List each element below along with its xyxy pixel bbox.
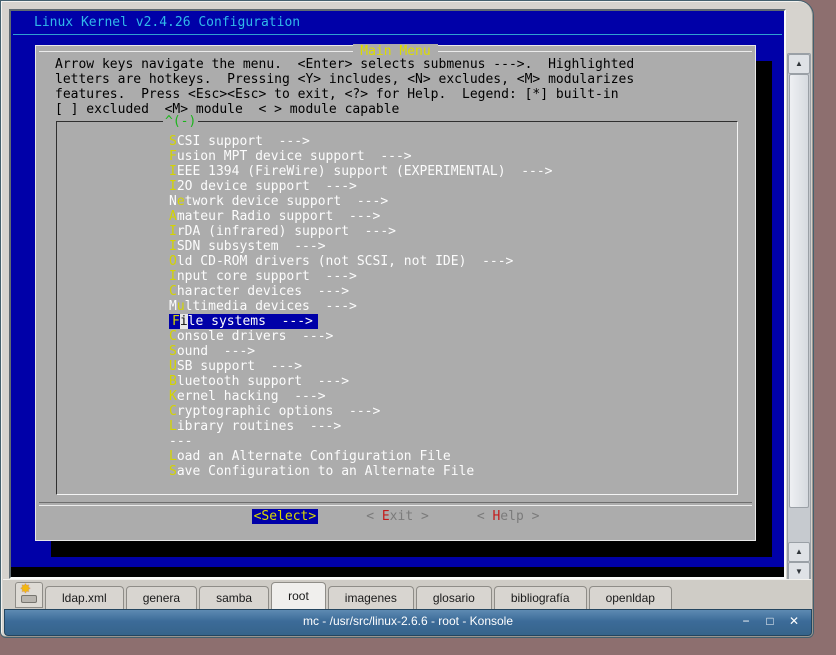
- scrollbar-up-icon[interactable]: ▲: [788, 542, 810, 562]
- terminal-view[interactable]: Linux Kernel v2.4.26 Configuration Main …: [9, 9, 786, 579]
- menu-item[interactable]: IEEE 1394 (FireWire) support (EXPERIMENT…: [169, 164, 733, 179]
- menu-item[interactable]: Kernel hacking --->: [169, 389, 733, 404]
- scroll-up-indicator: ^(-): [163, 114, 198, 129]
- tab-genera[interactable]: genera: [126, 586, 197, 609]
- close-icon[interactable]: ✕: [787, 614, 801, 628]
- button-divider: [39, 502, 752, 506]
- window-controls: − □ ✕: [739, 614, 801, 628]
- konsole-window: Linux Kernel v2.4.26 Configuration Main …: [0, 0, 814, 638]
- menu-item[interactable]: USB support --->: [169, 359, 733, 374]
- menu-item[interactable]: File systems --->: [169, 314, 733, 329]
- tab-glosario[interactable]: glosario: [416, 586, 492, 609]
- title-underline: [13, 34, 782, 35]
- session-tab-bar: ✸ ldap.xmlgenerasambarootimagenesglosari…: [3, 579, 811, 609]
- menu-item[interactable]: Save Configuration to an Alternate File: [169, 464, 733, 479]
- menu-item[interactable]: Library routines --->: [169, 419, 733, 434]
- instructions-line: Arrow keys navigate the menu. <Enter> se…: [55, 57, 634, 72]
- menu-item[interactable]: Character devices --->: [169, 284, 733, 299]
- menu-item[interactable]: Input core support --->: [169, 269, 733, 284]
- tab-root[interactable]: root: [271, 582, 326, 609]
- help-button[interactable]: < Help >: [477, 509, 540, 524]
- tab-openldap[interactable]: openldap: [589, 586, 672, 609]
- menu-item[interactable]: ---: [169, 434, 733, 449]
- menuconfig-title: Linux Kernel v2.4.26 Configuration: [34, 15, 300, 30]
- scrollbar-up-icon[interactable]: ▲: [788, 54, 810, 74]
- menu-item[interactable]: Multimedia devices --->: [169, 299, 733, 314]
- menu-item[interactable]: Console drivers --->: [169, 329, 733, 344]
- menu-item[interactable]: Network device support --->: [169, 194, 733, 209]
- menu-item[interactable]: Cryptographic options --->: [169, 404, 733, 419]
- window-title: mc - /usr/src/linux-2.6.6 - root - Konso…: [5, 614, 811, 628]
- maximize-icon[interactable]: □: [763, 614, 777, 628]
- menu-item[interactable]: IrDA (infrared) support --->: [169, 224, 733, 239]
- menu-rows: SCSI support --->Fusion MPT device suppo…: [169, 134, 733, 479]
- dialog-buttons: <Select> < Exit > < Help >: [36, 509, 755, 524]
- menu-item[interactable]: Fusion MPT device support --->: [169, 149, 733, 164]
- dialog-border-line: [39, 51, 752, 52]
- instructions-line: [ ] excluded <M> module < > module capab…: [55, 102, 634, 117]
- menu-item[interactable]: Load an Alternate Configuration File: [169, 449, 733, 464]
- menu-item[interactable]: Sound --->: [169, 344, 733, 359]
- menu-item[interactable]: ISDN subsystem --->: [169, 239, 733, 254]
- scrollbar-thumb[interactable]: [789, 74, 809, 508]
- instructions-line: letters are hotkeys. Pressing <Y> includ…: [55, 72, 634, 87]
- menu-item[interactable]: Bluetooth support --->: [169, 374, 733, 389]
- tab-samba[interactable]: samba: [199, 586, 269, 609]
- terminal-scrollbar[interactable]: ▲ ▲ ▼: [787, 53, 811, 583]
- instructions-line: features. Press <Esc><Esc> to exit, <?> …: [55, 87, 634, 102]
- menuconfig-screen: Linux Kernel v2.4.26 Configuration Main …: [11, 11, 784, 567]
- menu-item[interactable]: Old CD-ROM drivers (not SCSI, not IDE) -…: [169, 254, 733, 269]
- new-session-base-icon: [21, 595, 37, 603]
- tab-imagenes[interactable]: imagenes: [328, 586, 414, 609]
- select-button[interactable]: <Select>: [252, 509, 319, 524]
- menu-list-box: ^(-) SCSI support --->Fusion MPT device …: [56, 121, 738, 495]
- menu-item[interactable]: Amateur Radio support --->: [169, 209, 733, 224]
- main-menu-dialog: Main Menu Arrow keys navigate the menu. …: [35, 45, 756, 541]
- tab-ldap-xml[interactable]: ldap.xml: [45, 586, 124, 609]
- minimize-icon[interactable]: −: [739, 614, 753, 628]
- menu-item[interactable]: SCSI support --->: [169, 134, 733, 149]
- tab-bibliograf-a[interactable]: bibliografía: [494, 586, 587, 609]
- new-session-button[interactable]: ✸: [15, 582, 43, 608]
- window-titlebar[interactable]: mc - /usr/src/linux-2.6.6 - root - Konso…: [4, 609, 812, 636]
- menu-item[interactable]: I2O device support --->: [169, 179, 733, 194]
- instructions-text: Arrow keys navigate the menu. <Enter> se…: [55, 57, 634, 117]
- exit-button[interactable]: < Exit >: [366, 509, 429, 524]
